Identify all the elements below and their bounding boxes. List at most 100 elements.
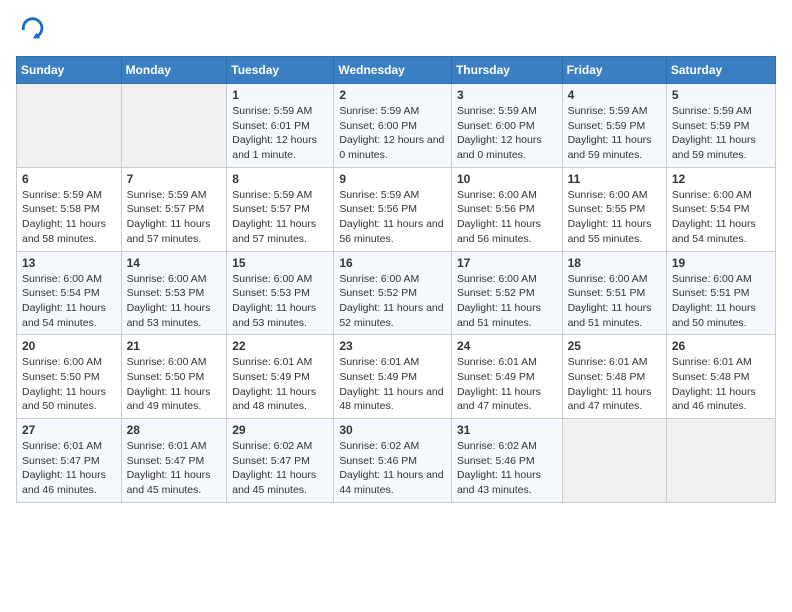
day-cell: 18Sunrise: 6:00 AM Sunset: 5:51 PM Dayli… (562, 251, 666, 335)
day-cell: 26 Sunrise: 6:01 AM Sunset: 5:48 PM Dayli… (666, 335, 775, 419)
day-cell: 17 Sunrise: 6:00 AM Sunset: 5:52 PM Dayli… (451, 251, 562, 335)
day-info: Sunrise: 6:00 AM Sunset: 5:56 PM Dayligh… (457, 188, 557, 247)
day-info: Sunrise: 6:00 AM Sunset: 5:53 PM Dayligh… (127, 272, 222, 331)
day-cell: 9 Sunrise: 5:59 AM Sunset: 5:56 PM Daylig… (334, 167, 452, 251)
logo-icon (16, 16, 44, 44)
day-number: 1 (232, 88, 328, 102)
day-number: 12 (672, 172, 770, 186)
day-info: Sunrise: 5:59 AM Sunset: 6:01 PM Dayligh… (232, 104, 328, 163)
day-cell: 16Sunrise: 6:00 AM Sunset: 5:52 PM Dayli… (334, 251, 452, 335)
day-info: Sunrise: 5:59 AM Sunset: 5:59 PM Dayligh… (568, 104, 661, 163)
header-row: SundayMondayTuesdayWednesdayThursdayFrid… (17, 57, 776, 84)
day-number: 13 (22, 256, 116, 270)
day-number: 8 (232, 172, 328, 186)
logo (16, 16, 48, 44)
day-number: 25 (568, 339, 661, 353)
day-number: 30 (339, 423, 446, 437)
day-number: 17 (457, 256, 557, 270)
calendar-table: SundayMondayTuesdayWednesdayThursdayFrid… (16, 56, 776, 503)
day-header-tuesday: Tuesday (227, 57, 334, 84)
day-cell (666, 419, 775, 503)
week-row-5: 27 Sunrise: 6:01 AM Sunset: 5:47 PM Dayli… (17, 419, 776, 503)
day-cell: 31 Sunrise: 6:02 AM Sunset: 5:46 PM Dayli… (451, 419, 562, 503)
day-number: 4 (568, 88, 661, 102)
day-cell: 27 Sunrise: 6:01 AM Sunset: 5:47 PM Dayli… (17, 419, 122, 503)
day-number: 24 (457, 339, 557, 353)
day-info: Sunrise: 6:00 AM Sunset: 5:51 PM Dayligh… (672, 272, 770, 331)
day-number: 19 (672, 256, 770, 270)
day-cell (562, 419, 666, 503)
day-info: Sunrise: 6:01 AM Sunset: 5:49 PM Dayligh… (232, 355, 328, 414)
day-info: Sunrise: 6:01 AM Sunset: 5:48 PM Dayligh… (568, 355, 661, 414)
day-info: Sunrise: 6:01 AM Sunset: 5:48 PM Dayligh… (672, 355, 770, 414)
day-number: 27 (22, 423, 116, 437)
day-info: Sunrise: 6:00 AM Sunset: 5:50 PM Dayligh… (127, 355, 222, 414)
day-info: Sunrise: 6:00 AM Sunset: 5:52 PM Dayligh… (457, 272, 557, 331)
day-info: Sunrise: 6:00 AM Sunset: 5:52 PM Dayligh… (339, 272, 446, 331)
day-cell: 19 Sunrise: 6:00 AM Sunset: 5:51 PM Dayli… (666, 251, 775, 335)
day-info: Sunrise: 6:01 AM Sunset: 5:47 PM Dayligh… (22, 439, 116, 498)
day-info: Sunrise: 5:59 AM Sunset: 6:00 PM Dayligh… (339, 104, 446, 163)
day-info: Sunrise: 6:00 AM Sunset: 5:51 PM Dayligh… (568, 272, 661, 331)
day-info: Sunrise: 6:00 AM Sunset: 5:54 PM Dayligh… (672, 188, 770, 247)
day-number: 29 (232, 423, 328, 437)
week-row-1: 1 Sunrise: 5:59 AM Sunset: 6:01 PM Daylig… (17, 84, 776, 168)
day-number: 2 (339, 88, 446, 102)
day-info: Sunrise: 5:59 AM Sunset: 5:56 PM Dayligh… (339, 188, 446, 247)
day-cell: 5 Sunrise: 5:59 AM Sunset: 5:59 PM Daylig… (666, 84, 775, 168)
day-cell: 4 Sunrise: 5:59 AM Sunset: 5:59 PM Daylig… (562, 84, 666, 168)
day-cell (17, 84, 122, 168)
day-number: 6 (22, 172, 116, 186)
day-info: Sunrise: 5:59 AM Sunset: 5:59 PM Dayligh… (672, 104, 770, 163)
day-cell: 3Sunrise: 5:59 AM Sunset: 6:00 PM Daylig… (451, 84, 562, 168)
day-info: Sunrise: 6:02 AM Sunset: 5:46 PM Dayligh… (457, 439, 557, 498)
day-cell: 10 Sunrise: 6:00 AM Sunset: 5:56 PM Dayli… (451, 167, 562, 251)
day-number: 28 (127, 423, 222, 437)
week-row-4: 20 Sunrise: 6:00 AM Sunset: 5:50 PM Dayli… (17, 335, 776, 419)
day-cell (121, 84, 227, 168)
day-header-monday: Monday (121, 57, 227, 84)
day-number: 26 (672, 339, 770, 353)
day-cell: 29 Sunrise: 6:02 AM Sunset: 5:47 PM Dayli… (227, 419, 334, 503)
day-header-sunday: Sunday (17, 57, 122, 84)
day-info: Sunrise: 6:00 AM Sunset: 5:53 PM Dayligh… (232, 272, 328, 331)
day-cell: 30 Sunrise: 6:02 AM Sunset: 5:46 PM Dayli… (334, 419, 452, 503)
day-info: Sunrise: 6:00 AM Sunset: 5:50 PM Dayligh… (22, 355, 116, 414)
day-number: 21 (127, 339, 222, 353)
day-header-wednesday: Wednesday (334, 57, 452, 84)
day-cell: 20 Sunrise: 6:00 AM Sunset: 5:50 PM Dayli… (17, 335, 122, 419)
week-row-2: 6Sunrise: 5:59 AM Sunset: 5:58 PM Daylig… (17, 167, 776, 251)
day-info: Sunrise: 5:59 AM Sunset: 5:57 PM Dayligh… (127, 188, 222, 247)
day-number: 7 (127, 172, 222, 186)
day-cell: 8 Sunrise: 5:59 AM Sunset: 5:57 PM Daylig… (227, 167, 334, 251)
day-number: 10 (457, 172, 557, 186)
day-info: Sunrise: 5:59 AM Sunset: 5:57 PM Dayligh… (232, 188, 328, 247)
day-info: Sunrise: 6:00 AM Sunset: 5:54 PM Dayligh… (22, 272, 116, 331)
day-number: 5 (672, 88, 770, 102)
day-cell: 6Sunrise: 5:59 AM Sunset: 5:58 PM Daylig… (17, 167, 122, 251)
day-header-saturday: Saturday (666, 57, 775, 84)
page-header (16, 16, 776, 44)
day-number: 14 (127, 256, 222, 270)
day-info: Sunrise: 6:00 AM Sunset: 5:55 PM Dayligh… (568, 188, 661, 247)
day-number: 31 (457, 423, 557, 437)
day-info: Sunrise: 6:01 AM Sunset: 5:49 PM Dayligh… (339, 355, 446, 414)
day-info: Sunrise: 5:59 AM Sunset: 6:00 PM Dayligh… (457, 104, 557, 163)
calendar-body: 1 Sunrise: 5:59 AM Sunset: 6:01 PM Daylig… (17, 84, 776, 503)
day-cell: 1 Sunrise: 5:59 AM Sunset: 6:01 PM Daylig… (227, 84, 334, 168)
day-info: Sunrise: 6:02 AM Sunset: 5:46 PM Dayligh… (339, 439, 446, 498)
day-cell: 23 Sunrise: 6:01 AM Sunset: 5:49 PM Dayli… (334, 335, 452, 419)
day-number: 20 (22, 339, 116, 353)
calendar-header: SundayMondayTuesdayWednesdayThursdayFrid… (17, 57, 776, 84)
day-info: Sunrise: 6:01 AM Sunset: 5:47 PM Dayligh… (127, 439, 222, 498)
day-number: 23 (339, 339, 446, 353)
day-cell: 15Sunrise: 6:00 AM Sunset: 5:53 PM Dayli… (227, 251, 334, 335)
day-cell: 7 Sunrise: 5:59 AM Sunset: 5:57 PM Daylig… (121, 167, 227, 251)
day-cell: 22Sunrise: 6:01 AM Sunset: 5:49 PM Dayli… (227, 335, 334, 419)
day-number: 9 (339, 172, 446, 186)
day-cell: 13 Sunrise: 6:00 AM Sunset: 5:54 PM Dayli… (17, 251, 122, 335)
day-cell: 24 Sunrise: 6:01 AM Sunset: 5:49 PM Dayli… (451, 335, 562, 419)
day-info: Sunrise: 6:02 AM Sunset: 5:47 PM Dayligh… (232, 439, 328, 498)
day-header-friday: Friday (562, 57, 666, 84)
day-info: Sunrise: 6:01 AM Sunset: 5:49 PM Dayligh… (457, 355, 557, 414)
